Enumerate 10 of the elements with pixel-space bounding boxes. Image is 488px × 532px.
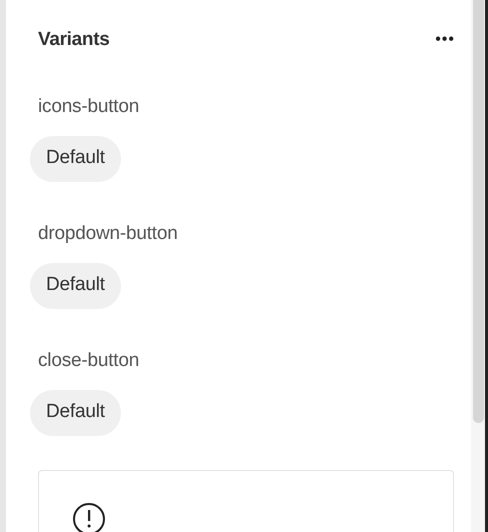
variant-chip[interactable]: Default: [30, 136, 121, 182]
component-name: dropdown-button: [38, 222, 179, 246]
panel-title: Variants: [38, 28, 110, 52]
variant-chip[interactable]: Default: [30, 390, 121, 436]
variant-chip[interactable]: Default: [30, 262, 121, 308]
scrollbar-thumb[interactable]: [472, 0, 484, 423]
more-button[interactable]: •••: [435, 32, 455, 48]
info-icon: [72, 502, 106, 532]
component-name: icons-button: [38, 94, 140, 118]
component-name: close-button: [38, 348, 140, 372]
